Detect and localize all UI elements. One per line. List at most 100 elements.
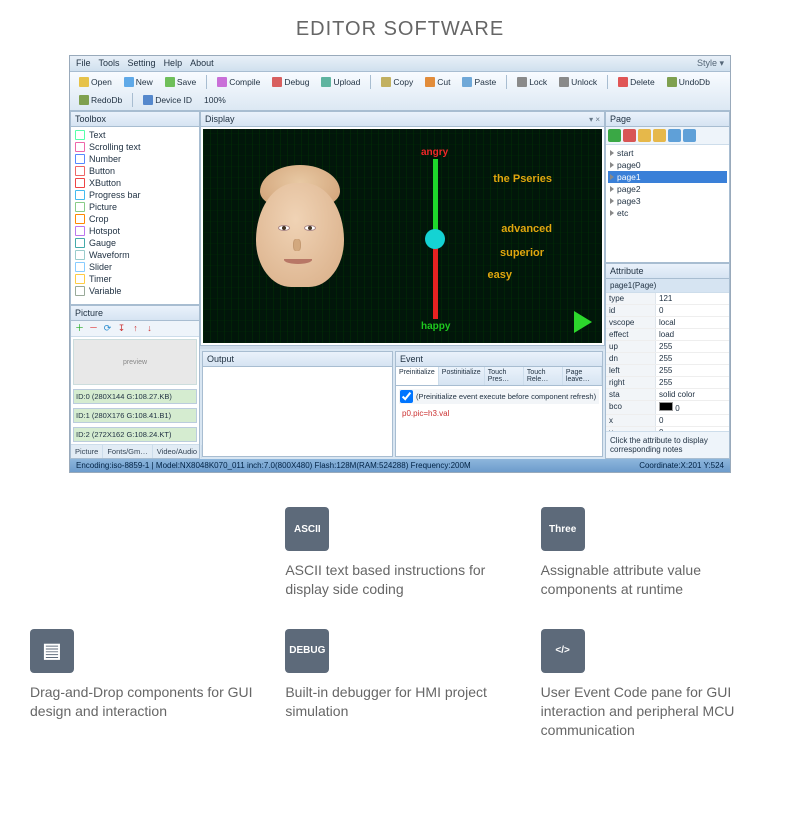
menu-setting[interactable]: Setting <box>128 58 156 69</box>
event-tab-pageleave[interactable]: Page leave… <box>563 367 602 385</box>
label-happy[interactable]: happy <box>421 321 450 332</box>
canvas[interactable]: angry happy the Pseries advanced superio… <box>203 129 602 343</box>
page-up-icon[interactable] <box>668 129 681 142</box>
toolbar-delete[interactable]: Delete <box>614 75 659 89</box>
toolbar-cut[interactable]: Cut <box>421 75 454 89</box>
attr-row[interactable]: up255 <box>606 341 729 353</box>
picture-entry-0[interactable]: ID:0 (280X144 G:108.27.KB) <box>73 389 197 404</box>
attr-row[interactable]: stasolid color <box>606 389 729 401</box>
attr-row[interactable]: right255 <box>606 377 729 389</box>
attr-row[interactable]: effectload <box>606 329 729 341</box>
toolbar-lock[interactable]: Lock <box>513 75 551 89</box>
toolbar-save[interactable]: Save <box>161 75 200 89</box>
toolbar-paste[interactable]: Paste <box>458 75 500 89</box>
event-tab-touchpress[interactable]: Touch Pres… <box>485 367 524 385</box>
attr-row[interactable]: vscopelocal <box>606 317 729 329</box>
pic-tab-video[interactable]: Video/Audio <box>153 445 202 458</box>
event-body[interactable]: (Preinitialize event execute before comp… <box>396 386 602 456</box>
feature-dragdrop: ▤ Drag-and-Drop components for GUI desig… <box>30 629 259 740</box>
toolbox-item[interactable]: Hotspot <box>73 225 197 237</box>
attr-row[interactable]: x0 <box>606 415 729 427</box>
toolbox-list[interactable]: TextScrolling textNumberButtonXButtonPro… <box>71 127 199 297</box>
toolbox-item[interactable]: Gauge <box>73 237 197 249</box>
menu-file[interactable]: File <box>76 58 91 69</box>
page-row[interactable]: etc <box>608 207 727 219</box>
toolbox-item[interactable]: XButton <box>73 177 197 189</box>
slider-bar[interactable] <box>433 159 438 319</box>
toolbox-item[interactable]: Timer <box>73 273 197 285</box>
toolbar-device id[interactable]: Device ID <box>139 93 196 107</box>
toolbox-item[interactable]: Waveform <box>73 249 197 261</box>
toolbar-unlock[interactable]: Unlock <box>555 75 601 89</box>
event-tab-touchrel[interactable]: Touch Rele… <box>524 367 563 385</box>
attribute-panel: Attribute page1(Page) type121id0vscopelo… <box>605 263 730 459</box>
play-icon[interactable] <box>574 311 592 333</box>
toolbar-undodb[interactable]: UndoDb <box>663 75 714 89</box>
pic-add-icon[interactable]: ＋ <box>74 323 85 334</box>
page-row[interactable]: start <box>608 147 727 159</box>
menu-tools[interactable]: Tools <box>99 58 120 69</box>
toolbox-item[interactable]: Slider <box>73 261 197 273</box>
page-row[interactable]: page3 <box>608 195 727 207</box>
event-checkbox[interactable] <box>400 390 413 403</box>
toolbox-item[interactable]: Variable <box>73 285 197 297</box>
picture-entry-2[interactable]: ID:2 (272X162 G:108.24.KT) <box>73 427 197 442</box>
attr-row[interactable]: id0 <box>606 305 729 317</box>
picture-entry-1[interactable]: ID:1 (280X176 G:108.41.B1) <box>73 408 197 423</box>
pic-up-icon[interactable]: ↑ <box>130 323 141 334</box>
slider-knob-icon[interactable] <box>425 229 445 249</box>
toolbox-item[interactable]: Progress bar <box>73 189 197 201</box>
attr-row[interactable]: bco 0 <box>606 401 729 415</box>
pages-list[interactable]: startpage0page1page2page3etc <box>606 145 729 221</box>
pic-del-icon[interactable]: － <box>88 323 99 334</box>
attribute-body[interactable]: type121id0vscopelocaleffectloadup255dn25… <box>606 293 729 431</box>
page-row[interactable]: page2 <box>608 183 727 195</box>
toolbox-item[interactable]: Scrolling text <box>73 141 197 153</box>
text-superior[interactable]: superior <box>500 247 544 259</box>
event-tab-preinit[interactable]: Preinitialize <box>396 367 439 385</box>
toolbar-compile[interactable]: Compile <box>213 75 264 89</box>
text-advanced[interactable]: advanced <box>501 223 552 235</box>
pic-tab-fonts[interactable]: Fonts/Gm… <box>103 445 152 458</box>
feature-ascii: ASCII ASCII text based instructions for … <box>285 507 514 599</box>
attr-row[interactable]: dn255 <box>606 353 729 365</box>
picture-title: Picture <box>71 306 199 321</box>
attr-row[interactable]: left255 <box>606 365 729 377</box>
toolbar-copy[interactable]: Copy <box>377 75 417 89</box>
event-tab-postinit[interactable]: Postinitialize <box>439 367 485 385</box>
editor-window: File Tools Setting Help About Style ▾ Op… <box>69 55 731 473</box>
menu-about[interactable]: About <box>190 58 214 69</box>
face-image[interactable] <box>248 165 353 295</box>
page-copy-icon[interactable] <box>638 129 651 142</box>
toolbox-item[interactable]: Crop <box>73 213 197 225</box>
toolbox-item[interactable]: Text <box>73 129 197 141</box>
toolbox-item[interactable]: Number <box>73 153 197 165</box>
text-pseries[interactable]: the Pseries <box>493 173 552 185</box>
pic-refresh-icon[interactable]: ⟳ <box>102 323 113 334</box>
toolbar-debug[interactable]: Debug <box>268 75 313 89</box>
event-code-line[interactable]: p0.pic=h3.val <box>402 409 599 418</box>
text-easy[interactable]: easy <box>488 269 512 281</box>
toolbar-new[interactable]: New <box>120 75 157 89</box>
page-del-icon[interactable] <box>623 129 636 142</box>
page-add-icon[interactable] <box>608 129 621 142</box>
page-dn-icon[interactable] <box>683 129 696 142</box>
page-row[interactable]: page0 <box>608 159 727 171</box>
menu-help[interactable]: Help <box>164 58 183 69</box>
picture-preview[interactable]: preview <box>73 339 197 385</box>
page-ins-icon[interactable] <box>653 129 666 142</box>
toolbar-upload[interactable]: Upload <box>317 75 364 89</box>
toolbar-open[interactable]: Open <box>75 75 116 89</box>
attr-row[interactable]: type121 <box>606 293 729 305</box>
pic-ins-icon[interactable]: ↧ <box>116 323 127 334</box>
toolbox-item[interactable]: Picture <box>73 201 197 213</box>
page-row[interactable]: page1 <box>608 171 727 183</box>
pic-dn-icon[interactable]: ↓ <box>144 323 155 334</box>
toolbar-zoom[interactable]: 100% <box>200 93 230 107</box>
style-dropdown[interactable]: Style ▾ <box>697 58 724 69</box>
toolbox-item[interactable]: Button <box>73 165 197 177</box>
toolbar-redodb[interactable]: RedoDb <box>75 93 126 107</box>
attribute-header[interactable]: page1(Page) <box>606 279 729 293</box>
pic-tab-picture[interactable]: Picture <box>71 445 103 458</box>
label-angry[interactable]: angry <box>421 147 448 158</box>
